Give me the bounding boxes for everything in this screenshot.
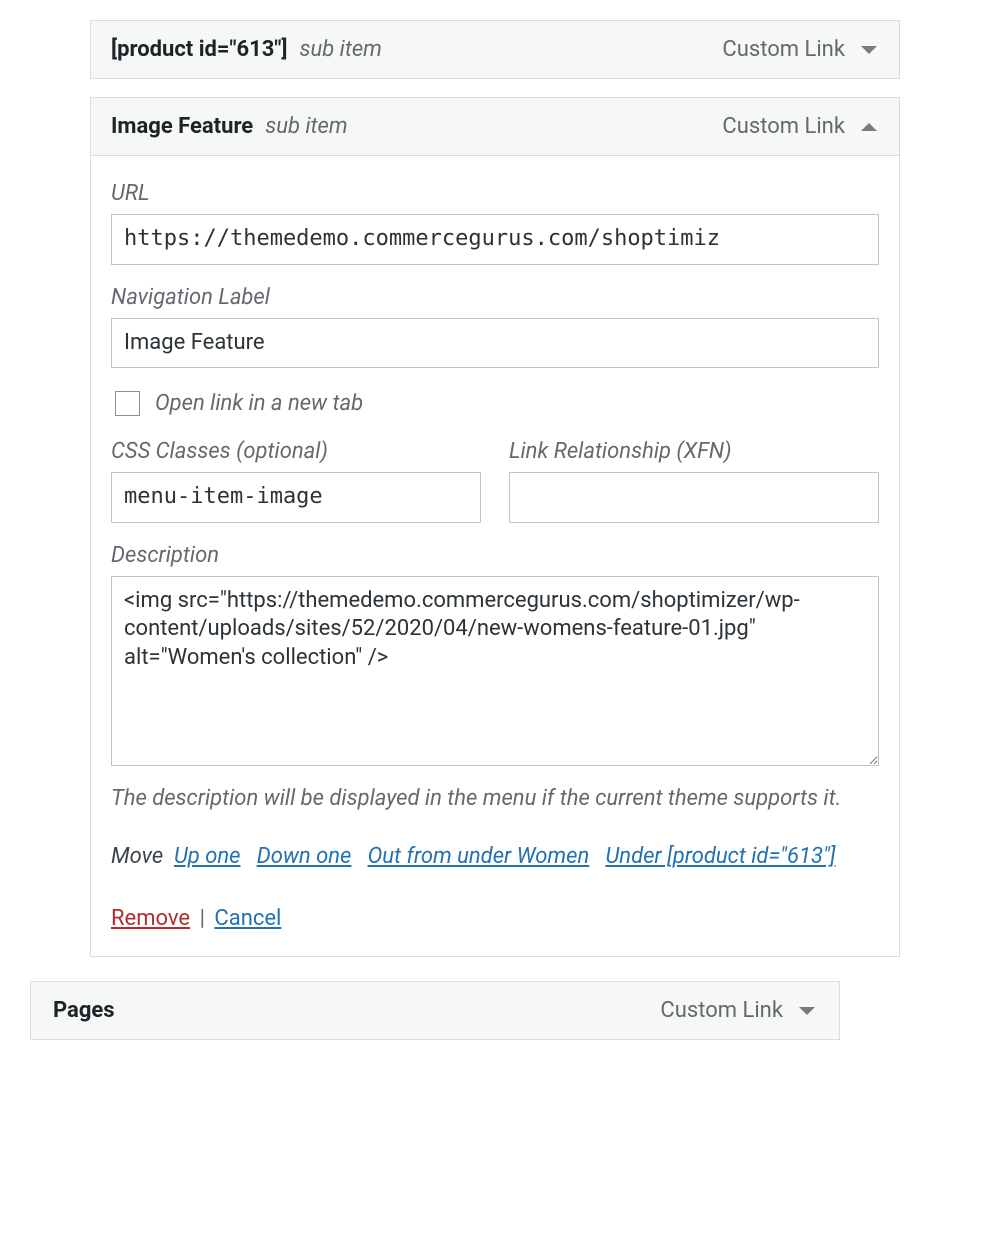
description-note: The description will be displayed in the… <box>111 782 879 815</box>
menu-item-image-feature: Image Feature sub item Custom Link URL N… <box>90 97 900 957</box>
menu-item-title: [product id="613"] <box>111 37 288 62</box>
move-down-link[interactable]: Down one <box>257 844 352 869</box>
move-up-link[interactable]: Up one <box>174 844 241 869</box>
menu-item-product-613[interactable]: [product id="613"] sub item Custom Link <box>90 20 900 79</box>
menu-item-pages[interactable]: Pages Custom Link <box>30 981 840 1040</box>
input-css-classes[interactable] <box>111 472 481 523</box>
item-type-label: Custom Link <box>722 114 845 139</box>
action-row: Remove | Cancel <box>111 906 879 931</box>
input-url[interactable] <box>111 214 879 265</box>
field-xfn: Link Relationship (XFN) <box>509 439 879 523</box>
move-out-link[interactable]: Out from under Women <box>368 844 590 869</box>
field-css-classes: CSS Classes (optional) <box>111 439 481 523</box>
label-new-tab: Open link in a new tab <box>155 391 363 416</box>
checkbox-new-tab[interactable] <box>115 391 140 416</box>
menu-item-settings: URL Navigation Label Open link in a new … <box>91 155 899 956</box>
label-url: URL <box>111 181 879 206</box>
label-css-classes: CSS Classes (optional) <box>111 439 481 464</box>
chevron-down-icon[interactable] <box>859 40 879 60</box>
chevron-up-icon[interactable] <box>859 117 879 137</box>
item-type-label: Custom Link <box>660 998 783 1023</box>
field-new-tab: Open link in a new tab <box>111 388 879 419</box>
menu-item-title: Image Feature <box>111 114 253 139</box>
field-url: URL <box>111 181 879 265</box>
label-nav-label: Navigation Label <box>111 285 879 310</box>
sub-item-label: sub item <box>300 37 382 62</box>
field-nav-label: Navigation Label <box>111 285 879 369</box>
move-under-link[interactable]: Under [product id="613"] <box>605 844 835 869</box>
menu-item-title: Pages <box>53 998 115 1023</box>
menu-item-header[interactable]: [product id="613"] sub item Custom Link <box>91 21 899 78</box>
label-description: Description <box>111 543 879 568</box>
remove-link[interactable]: Remove <box>111 906 190 931</box>
sub-item-label: sub item <box>265 114 347 139</box>
move-row: Move Up one Down one Out from under Wome… <box>111 837 879 877</box>
label-xfn: Link Relationship (XFN) <box>509 439 879 464</box>
menu-item-header[interactable]: Pages Custom Link <box>31 982 839 1039</box>
move-label: Move <box>111 844 163 869</box>
item-type-label: Custom Link <box>722 37 845 62</box>
field-css-xfn-row: CSS Classes (optional) Link Relationship… <box>111 439 879 523</box>
input-nav-label[interactable] <box>111 318 879 369</box>
cancel-link[interactable]: Cancel <box>214 906 281 931</box>
chevron-down-icon[interactable] <box>797 1001 817 1021</box>
textarea-description[interactable] <box>111 576 879 766</box>
field-description: Description <box>111 543 879 770</box>
menu-item-header[interactable]: Image Feature sub item Custom Link <box>91 98 899 155</box>
separator: | <box>200 906 205 931</box>
input-xfn[interactable] <box>509 472 879 523</box>
